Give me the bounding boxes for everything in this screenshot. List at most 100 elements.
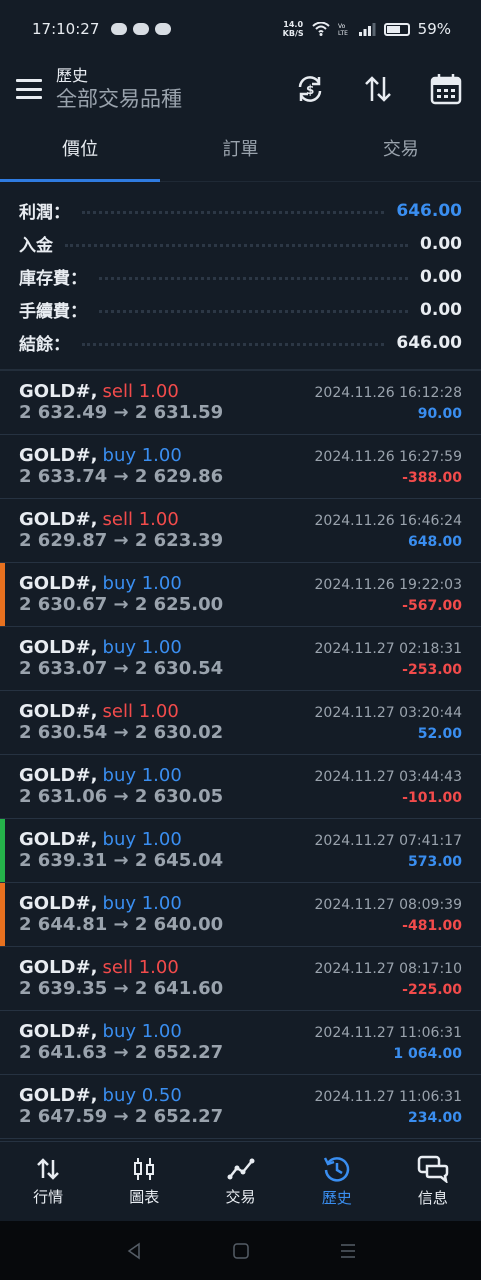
deal-symbol: GOLD#, [19, 765, 98, 786]
deal-side: sell 1.00 [102, 381, 179, 402]
summary-swap: 庫存費： 0.00 [19, 266, 462, 290]
leader-dots [99, 310, 409, 313]
svg-text:Vo: Vo [338, 23, 346, 30]
nav-trade[interactable]: 交易 [192, 1142, 288, 1221]
deal-row[interactable]: GOLD#, buy 1.00 2024.11.27 03:44:43 2 63… [0, 755, 481, 819]
tab-orders[interactable]: 訂單 [160, 120, 320, 181]
deal-prices: 2 647.59 → 2 652.27 [19, 1106, 224, 1127]
battery-icon [383, 22, 410, 36]
nav-messages[interactable]: 信息 [385, 1142, 481, 1221]
leader-dots [82, 343, 385, 346]
deal-row[interactable]: GOLD#, buy 1.00 2024.11.26 19:22:03 2 63… [0, 563, 481, 627]
deal-prices: 2 630.67 → 2 625.00 [19, 594, 224, 615]
signal-icon [358, 23, 376, 36]
deal-marker [0, 499, 5, 562]
balance-value: 646.00 [396, 332, 462, 353]
deal-marker [0, 883, 5, 946]
summary-commission: 手續費： 0.00 [19, 299, 462, 323]
menu-icon[interactable] [16, 79, 42, 99]
page-title: 歷史 [56, 66, 89, 85]
deal-row[interactable]: GOLD#, buy 1.00 2024.11.27 11:06:31 2 64… [0, 1011, 481, 1075]
deal-profit: -253.00 [402, 662, 462, 678]
deal-time: 2024.11.27 11:06:31 [314, 1089, 463, 1105]
home-icon[interactable] [232, 1242, 250, 1260]
status-time: 17:10:27 [32, 20, 100, 38]
deal-row[interactable]: GOLD#, buy 0.50 2024.11.27 11:06:31 2 64… [0, 1075, 481, 1139]
chart-icon [134, 1158, 155, 1180]
status-bar: 17:10:27 14.0 KB/S Vo LTE 59% [0, 0, 481, 58]
deal-marker [0, 563, 5, 626]
deal-symbol: GOLD#, [19, 381, 98, 402]
deal-row[interactable]: GOLD#, buy 1.00 2024.11.27 08:09:39 2 64… [0, 883, 481, 947]
profit-value: 646.00 [396, 200, 462, 221]
network-speed: 14.0 KB/S [282, 20, 304, 38]
deal-side: buy 1.00 [102, 829, 182, 850]
deal-row[interactable]: GOLD#, buy 1.00 2024.11.26 16:27:59 2 63… [0, 435, 481, 499]
deal-marker [0, 371, 5, 434]
nav-chart[interactable]: 圖表 [96, 1142, 192, 1221]
summary-balance: 結餘： 646.00 [19, 332, 462, 356]
app-bar: 歷史 全部交易品種 $ [0, 58, 481, 120]
leader-dots [82, 211, 385, 214]
deal-symbol: GOLD#, [19, 829, 98, 850]
deal-side: buy 1.00 [102, 893, 182, 914]
deal-side: sell 1.00 [102, 957, 179, 978]
sort-icon[interactable] [361, 72, 395, 106]
deal-time: 2024.11.27 07:41:17 [314, 833, 463, 849]
deal-marker [0, 435, 5, 498]
wifi-icon [311, 22, 330, 36]
deal-row[interactable]: GOLD#, sell 1.00 2024.11.26 16:12:28 2 6… [0, 371, 481, 435]
header-titles[interactable]: 歷史 全部交易品種 [56, 66, 182, 112]
recents-icon[interactable] [339, 1242, 357, 1260]
deal-prices: 2 644.81 → 2 640.00 [19, 914, 224, 935]
messages-icon [417, 1155, 449, 1183]
deal-symbol: GOLD#, [19, 573, 98, 594]
deal-list: GOLD#, sell 1.00 2024.11.26 16:12:28 2 6… [0, 371, 481, 1139]
deal-symbol: GOLD#, [19, 637, 98, 658]
deal-prices: 2 641.63 → 2 652.27 [19, 1042, 224, 1063]
deal-time: 2024.11.26 16:27:59 [314, 449, 463, 465]
deal-side: buy 1.00 [102, 765, 182, 786]
leader-dots [99, 277, 409, 280]
deal-side: sell 1.00 [102, 509, 179, 530]
deal-profit: -567.00 [402, 598, 462, 614]
deal-row[interactable]: GOLD#, sell 1.00 2024.11.27 03:20:44 2 6… [0, 691, 481, 755]
wechat-icon [111, 23, 128, 35]
deal-time: 2024.11.27 03:20:44 [314, 705, 463, 721]
calendar-icon[interactable] [429, 72, 463, 106]
deal-prices: 2 630.54 → 2 630.02 [19, 722, 224, 743]
deal-row[interactable]: GOLD#, sell 1.00 2024.11.27 08:17:10 2 6… [0, 947, 481, 1011]
swap-value: 0.00 [420, 266, 462, 287]
deal-profit: -225.00 [402, 982, 462, 998]
back-icon[interactable] [125, 1242, 143, 1260]
refresh-currency-icon[interactable]: $ [293, 72, 327, 106]
system-nav-bar [0, 1221, 481, 1280]
deal-row[interactable]: GOLD#, buy 1.00 2024.11.27 07:41:17 2 63… [0, 819, 481, 883]
deal-symbol: GOLD#, [19, 445, 98, 466]
deal-time: 2024.11.26 19:22:03 [314, 577, 463, 593]
tab-deals[interactable]: 交易 [321, 120, 481, 181]
deal-time: 2024.11.27 02:18:31 [314, 641, 463, 657]
deal-symbol: GOLD#, [19, 893, 98, 914]
deal-profit: 648.00 [407, 534, 462, 550]
nav-history[interactable]: 歷史 [289, 1142, 385, 1221]
deal-side: buy 0.50 [102, 1085, 182, 1106]
deal-profit: 52.00 [417, 726, 462, 742]
deal-profit: 573.00 [407, 854, 462, 870]
deal-row[interactable]: GOLD#, buy 1.00 2024.11.27 02:18:31 2 63… [0, 627, 481, 691]
history-icon [323, 1157, 349, 1182]
deal-prices: 2 632.49 → 2 631.59 [19, 402, 224, 423]
deal-profit: 90.00 [417, 406, 462, 422]
tab-positions[interactable]: 價位 [0, 120, 160, 181]
summary-deposit: 入金 0.00 [19, 233, 462, 257]
tab-bar: 價位 訂單 交易 [0, 120, 481, 182]
deal-prices: 2 631.06 → 2 630.05 [19, 786, 224, 807]
deal-symbol: GOLD#, [19, 1085, 98, 1106]
commission-value: 0.00 [420, 299, 462, 320]
deal-row[interactable]: GOLD#, sell 1.00 2024.11.26 16:46:24 2 6… [0, 499, 481, 563]
symbol-filter[interactable]: 全部交易品種 [56, 86, 182, 112]
quotes-icon [37, 1158, 59, 1180]
notification-icons [111, 23, 172, 35]
summary-profit: 利潤： 646.00 [19, 200, 462, 224]
nav-quotes[interactable]: 行情 [0, 1142, 96, 1221]
